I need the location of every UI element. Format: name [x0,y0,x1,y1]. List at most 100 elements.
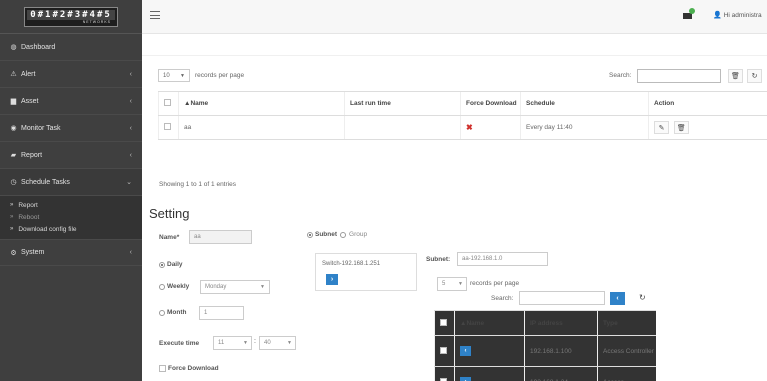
sidebar-item-label: Schedule Tasks [21,178,70,186]
trash-icon: 🗑 [731,73,740,80]
month-field[interactable]: 1 [199,306,244,320]
caret-down-icon: ▼ [287,340,292,346]
setting-title: Setting [149,206,190,221]
select-device-button[interactable]: ‹ [460,346,471,356]
sidebar-item-label: Monitor Task [21,124,61,132]
trash-icon: 🗑 [676,124,686,132]
daily-radio[interactable]: Daily [159,261,183,268]
radio-icon [159,261,165,268]
sidebar-subitem-reboot[interactable]: » Reboot [0,211,142,223]
refresh-button[interactable]: ↻ [747,69,762,83]
delete-button[interactable]: 🗑 [728,69,743,83]
page-size-select[interactable]: 10 ▼ [158,69,190,82]
select-all-checkbox[interactable] [440,318,447,326]
asset-icon: ▆ [10,98,17,105]
subnet-field[interactable]: aa-192.168.1.0 [457,252,548,266]
row-checkbox[interactable] [440,377,447,381]
caret-down-icon: ▼ [458,281,463,287]
sub-refresh-icon[interactable]: ↻ [639,293,646,302]
execute-time-label: Execute time [159,340,200,347]
cell-type: Access [597,366,656,381]
cell-actions: ✎ 🗑 [648,115,767,140]
sidebar-item-alert[interactable]: ⚠ Alert ‹ [0,61,142,88]
table-header-row: ▲Name Last run time Force Download Sched… [158,91,767,116]
subnet-label: Subnet: [426,256,451,263]
select-all-checkbox[interactable] [164,99,171,106]
sidebar-item-label: Asset [21,97,39,105]
sidebar-subitem-label: Download config file [18,225,77,233]
sub-back-button[interactable]: ‹ [610,292,625,305]
page-size-value: 10 [163,73,170,79]
hamburger-menu-icon[interactable] [150,11,160,19]
force-download-checkbox[interactable]: Force Download [159,365,219,372]
caret-down-icon: ▼ [260,284,265,290]
table-row[interactable]: aa ✖ Every day 11:40 ✎ 🗑 [158,115,767,140]
caret-down-icon: ▼ [243,340,248,346]
table-row[interactable]: ‹ 192.168.1.24 Access [434,366,656,381]
name-label: Name* [159,234,180,241]
table-row[interactable]: ‹ 192.168.1.100 Access Controller [434,335,656,367]
sidebar-item-monitor-task[interactable]: ◉ Monitor Task ‹ [0,115,142,142]
sidebar-item-report[interactable]: ▰ Report ‹ [0,142,142,169]
pagination-info: Showing 1 to 1 of 1 entries [159,181,236,188]
sub-search-input[interactable] [519,291,605,305]
column-header-last-run[interactable]: Last run time [344,91,461,116]
user-menu[interactable]: 👤 Hi administra [713,11,762,19]
switch-item-label: Switch-192.168.1.251 [322,261,381,267]
delete-row-button[interactable]: 🗑 [673,121,689,134]
chevron-left-icon: ‹ [616,295,619,302]
cell-schedule: Every day 11:40 [520,115,649,140]
dashboard-icon: ◍ [10,44,17,51]
month-radio[interactable]: Month [159,309,187,316]
sidebar-subitem-report[interactable]: » Report [0,199,142,211]
top-strip [142,35,767,56]
edit-button[interactable]: ✎ [654,121,669,134]
select-device-button[interactable]: ‹ [460,377,471,381]
add-switch-button[interactable]: › [326,274,338,285]
group-radio-icon[interactable] [340,231,347,238]
table-toolbar: 10 ▼ records per page Search: 🗑 ↻ [158,69,767,85]
logo[interactable]: 0#1#2#3#4#5 NETWORKS [0,0,142,34]
user-greeting: Hi administra [723,12,762,19]
sidebar-item-dashboard[interactable]: ◍ Dashboard [0,34,142,61]
sidebar-item-label: System [21,249,45,256]
cell-force-download: ✖ [460,115,521,140]
subnet-radio[interactable]: Subnet Group [307,231,367,238]
cogs-icon: ⚙ [10,249,17,257]
column-header-ip[interactable]: IP address [524,310,598,336]
arrow-right-icon: » [10,226,14,232]
logo-text: 0#1#2#3#4#5 [27,9,115,20]
report-icon: ▰ [10,152,17,159]
sidebar-item-asset[interactable]: ▆ Asset ‹ [0,88,142,115]
cell-name: ‹ [454,335,525,367]
column-header-action: Action [648,91,767,116]
chevron-right-icon: › [330,276,334,283]
row-checkbox[interactable] [164,123,171,130]
weekly-radio[interactable]: Weekly [159,283,189,290]
column-header-force-download[interactable]: Force Download [460,91,521,116]
sidebar-subitem-download-config[interactable]: » Download config file [0,223,142,235]
sidebar-item-label: Report [21,151,43,159]
column-header-name[interactable]: ▲Name [178,91,345,116]
chevron-left-icon: ‹ [129,97,132,105]
weekly-select[interactable]: Monday ▼ [200,280,270,294]
search-input[interactable] [637,69,721,83]
hour-select[interactable]: 11 ▼ [213,336,252,350]
pencil-icon: ✎ [658,124,665,132]
minute-select[interactable]: 40 ▼ [259,336,296,350]
sub-page-size-select[interactable]: 5 ▼ [437,277,467,291]
sidebar: 0#1#2#3#4#5 NETWORKS ◍ Dashboard ⚠ Alert… [0,0,142,381]
row-checkbox[interactable] [440,346,447,354]
chevron-left-icon: ‹ [129,151,132,159]
cell-ip: 192.168.1.100 [524,335,598,367]
column-header-schedule[interactable]: Schedule [520,91,649,116]
caret-down-icon: ▼ [180,73,185,79]
sidebar-item-schedule-tasks[interactable]: ◷ Schedule Tasks ⌄ [0,169,142,196]
sidebar-item-system[interactable]: ⚙ System ‹ [0,239,142,266]
sub-records-per-page-label: records per page [470,280,520,287]
alert-icon: ⚠ [10,71,17,78]
column-header-name[interactable]: ▲Name [454,310,525,336]
chevron-down-icon: ⌄ [126,179,132,186]
cell-last-run [344,115,461,140]
column-header-type[interactable]: Type [597,310,656,336]
